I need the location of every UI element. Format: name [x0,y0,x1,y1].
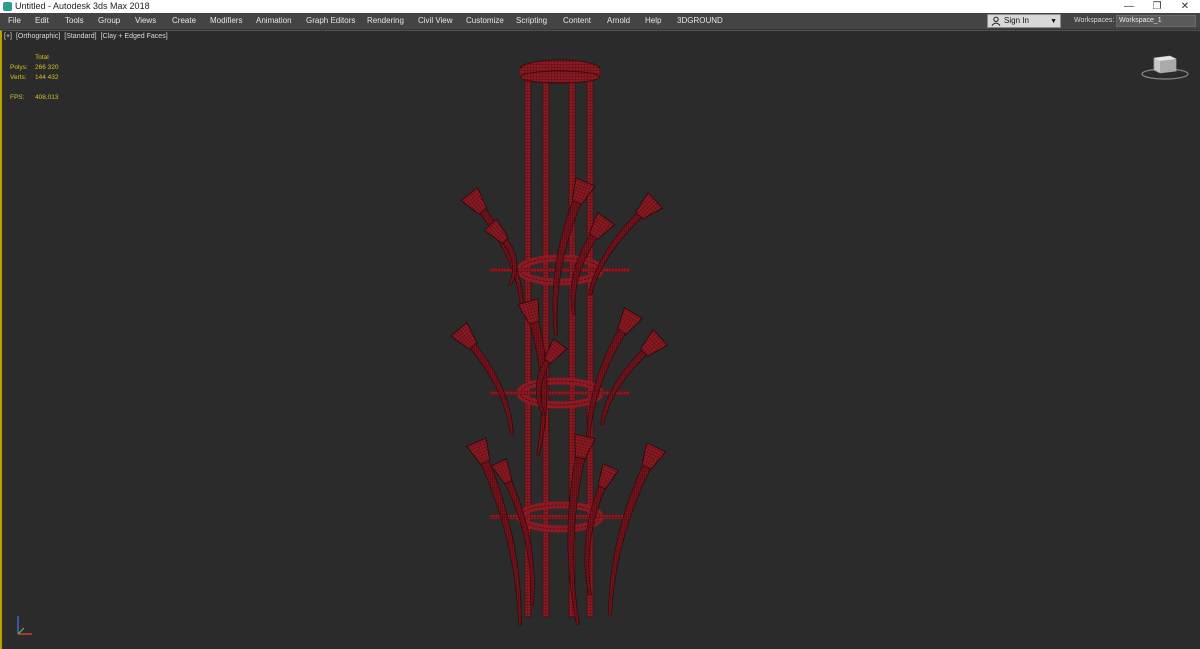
horn-11 [476,454,522,626]
stats-polys-value: 266 320 [35,64,59,71]
menu-help[interactable]: Help [645,13,661,29]
workspaces-label: Workspaces: [1074,17,1115,24]
stats-fps-value: 408,013 [35,94,59,101]
user-icon [991,16,1001,26]
menu-scripting[interactable]: Scripting [516,13,547,29]
menu-3dground[interactable]: 3DGROUND [677,13,723,29]
viewport-shading-preset[interactable]: [Standard] [64,33,96,40]
viewport-visual-style[interactable]: [Clay + Edged Faces] [101,33,168,40]
restore-button[interactable]: ❐ [1144,0,1170,13]
axis-tripod-icon [17,616,32,635]
chevron-down-icon: ▼ [1050,18,1057,25]
sign-in-dropdown[interactable]: Sign In ▼ [987,14,1061,28]
menu-content[interactable]: Content [563,13,591,29]
menu-customize[interactable]: Customize [466,13,504,29]
horn-15-shade [597,463,619,490]
ring-arm-2 [490,391,630,395]
minimize-button[interactable]: — [1116,0,1142,13]
menu-arnold[interactable]: Arnold [607,13,630,29]
workspace-select[interactable]: Workspace_1 [1116,15,1196,27]
menu-create[interactable]: Create [172,13,196,29]
stats-verts-value: 144 432 [35,74,59,81]
window-title-bar: Untitled - Autodesk 3ds Max 2018 — ❐ ✕ [0,0,1200,13]
viewport-point-of-view[interactable]: [Orthographic] [16,33,60,40]
close-button[interactable]: ✕ [1172,0,1198,13]
horn-6 [462,339,514,436]
menu-rendering[interactable]: Rendering [367,13,404,29]
viewcube[interactable] [1140,52,1190,82]
menu-edit[interactable]: Edit [35,13,49,29]
chandelier-model[interactable] [440,55,730,635]
horn-1 [472,204,524,306]
menu-file[interactable]: File [8,13,21,29]
menu-graph-editors[interactable]: Graph Editors [306,13,355,29]
stats-total-label: Total [35,54,49,61]
window-title: Untitled - Autodesk 3ds Max 2018 [15,1,150,11]
app-icon [3,2,12,11]
horn-11-shade [466,437,491,465]
canopy-bottom [519,70,601,84]
viewport-menu-plus[interactable]: [+] [4,33,12,40]
menu-animation[interactable]: Animation [256,13,292,29]
menu-views[interactable]: Views [135,13,156,29]
stats-fps-label: FPS: [10,94,25,101]
stats-verts-label: Verts: [10,74,27,81]
menu-tools[interactable]: Tools [65,13,84,29]
viewport-label: [+] [Orthographic] [Standard] [Clay + Ed… [4,33,170,40]
sign-in-label: Sign In [1004,16,1029,25]
menu-group[interactable]: Group [98,13,120,29]
menu-modifiers[interactable]: Modifiers [210,13,242,29]
menu-civil-view[interactable]: Civil View [418,13,453,29]
horn-13 [608,459,656,616]
ring-arm-3 [490,515,630,519]
stats-polys-label: Polys: [10,64,28,71]
